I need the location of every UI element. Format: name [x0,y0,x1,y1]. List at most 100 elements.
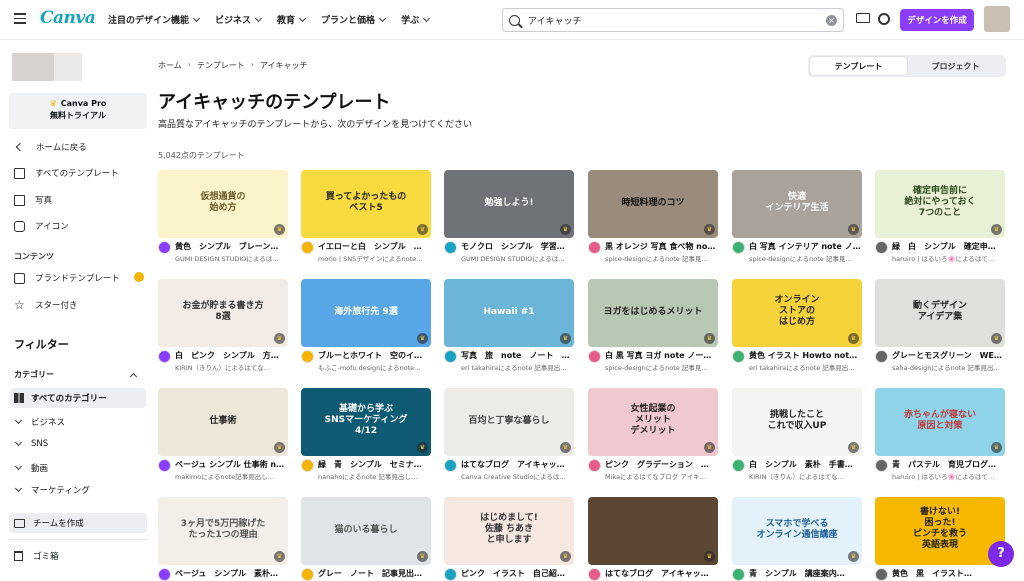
template-card[interactable]: 勉強しよう! ♛ モノクロ シンプル 学習… GUMI DESIGN STUDIOによ… [444,170,574,263]
sidebar-item-brand-templates[interactable]: ブランドテンプレート [14,268,144,288]
sidebar-item-photos[interactable]: 写真 [14,190,144,210]
category-marketing[interactable]: マーケティング [14,484,90,496]
template-thumbnail[interactable]: 猫のいる暮らし ♛ [301,497,431,565]
tab-templates[interactable]: テンプレート [810,57,907,75]
template-card[interactable]: 仕事術 ♛ ベージュ シンプル 仕事術 n… makimoによるnote記事見出し… [158,388,288,481]
template-card[interactable]: 買ってよかったもの ベスト5 ♛ イエローと白 シンプル … morio | SNSデ… [301,170,431,263]
sidebar-item-icons[interactable]: アイコン [14,216,144,236]
template-thumbnail[interactable]: オンライン ストアの はじめ方 ♛ [732,279,862,347]
template-card[interactable]: はじめまして! 佐藤 ちあき と申します ♛ ピンク イラスト 自己紹… [444,497,574,581]
tab-projects[interactable]: プロジェクト [907,57,1004,75]
create-design-button[interactable]: デザインを作成 [900,9,974,31]
template-title: ピンク グラデーション … [605,460,709,469]
template-card[interactable]: お金が貯まる書き方 8選 ♛ 白 ピンク シンプル 方… KIRIN（きりん）によるは… [158,279,288,372]
template-title: 黄色 イラスト Howto note … [749,351,862,360]
category-toggle[interactable]: カテゴリー [14,369,144,380]
crown-icon: ♛ [49,99,57,108]
template-card[interactable]: 時短料理のコツ ♛ 黒 オレンジ 写真 食べ物 note… spice-designに… [588,170,718,263]
breadcrumb-templates[interactable]: テンプレート [197,60,245,71]
template-author: haruiro | はるいろ🌸によるはて… [892,473,995,481]
creator-avatar [588,350,601,363]
monitor-icon[interactable] [856,13,870,23]
sidebar-item-starred[interactable]: ☆ スター付き [14,295,144,315]
creator-avatar [444,568,457,581]
template-thumbnail[interactable]: Hawaii #1 ♛ [444,279,574,347]
avatar[interactable] [984,6,1010,32]
template-thumbnail[interactable]: お金が貯まる書き方 8選 ♛ [158,279,288,347]
nav-features[interactable]: 注目のデザイン機能 [108,13,201,26]
category-video[interactable]: 動画 [14,462,48,474]
template-thumbnail[interactable]: ♛ [588,497,718,565]
gear-icon[interactable] [878,13,890,25]
template-thumbnail[interactable]: 挑戦したこと これで収入UP ♛ [732,388,862,456]
nav-pricing[interactable]: プランと価格 [321,13,387,26]
nav-learn[interactable]: 学ぶ [401,13,431,26]
team-avatar[interactable] [12,53,82,81]
sidebar-item-trash[interactable]: ゴミ箱 [14,550,59,562]
nav-education[interactable]: 教育 [277,13,307,26]
template-thumbnail[interactable]: 時短料理のコツ ♛ [588,170,718,238]
main-content: ホーム › テンプレート › アイキャッチ テンプレート プロジェクト アイキャ… [148,41,1024,581]
template-card[interactable]: 動くデザイン アイデア集 ♛ グレーとモスグリーン WE… saha-designによ… [875,279,1005,372]
template-card[interactable]: オンライン ストアの はじめ方 ♛ 黄色 イラスト Howto note … eri … [732,279,862,372]
card-meta: ピンク イラスト 自己紹… [444,568,574,581]
template-card[interactable]: Hawaii #1 ♛ 写真 旅 note ノート … eri takahiraによる… [444,279,574,372]
template-card[interactable]: 猫のいる暮らし ♛ グレー ノート 記事見出… [301,497,431,581]
creator-avatar [301,459,314,472]
clear-search-icon[interactable]: × [826,15,837,26]
create-team-button[interactable]: チームを作成 [9,513,147,533]
sidebar-item-all-templates[interactable]: すべてのテンプレート [14,163,144,183]
template-thumbnail[interactable]: 仮想通貨の 始め方 ♛ [158,170,288,238]
template-card[interactable]: 赤ちゃんが寝ない 原因と対策 ♛ 青 パステル 育児ブログ… haruiro | はる… [875,388,1005,481]
template-thumbnail[interactable]: 仕事術 ♛ [158,388,288,456]
template-card[interactable]: スマホで学べる オンライン通信講座 ♛ 青 シンプル 講座案内… [732,497,862,581]
category-sns[interactable]: SNS [14,438,48,449]
card-text: ブルーとホワイト 空のイ… もふこ-mofu designによるnote… [318,350,431,372]
thumbnail-text: 挑戦したこと これで収入UP [767,410,827,431]
sidebar-item-home[interactable]: ホームに戻る [14,137,144,157]
template-author: spice-designによるnote 記事見… [749,255,852,263]
template-thumbnail[interactable]: 海外旅行先 9選 ♛ [301,279,431,347]
filter-heading: フィルター [14,338,69,351]
template-thumbnail[interactable]: 動くデザイン アイデア集 ♛ [875,279,1005,347]
card-text: 黒 オレンジ 写真 食べ物 note… spice-designによるnote 記… [605,241,718,263]
search-input[interactable] [528,15,808,25]
template-thumbnail[interactable]: 快適 インテリア生活 ♛ [732,170,862,238]
template-thumbnail[interactable]: 勉強しよう! ♛ [444,170,574,238]
template-card[interactable]: 海外旅行先 9選 ♛ ブルーとホワイト 空のイ… もふこ-mofu designによる… [301,279,431,372]
template-thumbnail[interactable]: 買ってよかったもの ベスト5 ♛ [301,170,431,238]
template-thumbnail[interactable]: 確定申告前に 絶対にやっておく 7つのこと ♛ [875,170,1005,238]
template-card[interactable]: 女性起業の メリット デメリット ♛ ピンク グラデーション … Mikaによるはてな… [588,388,718,481]
template-card[interactable]: ♛ はてなブログ アイキャッ… [588,497,718,581]
menu-icon[interactable] [14,13,26,25]
canva-logo[interactable]: Canva [40,8,96,28]
card-text: ベージュ シンプル 素朴… [175,568,288,579]
template-title: はてなブログ アイキャッ… [605,569,709,578]
template-thumbnail[interactable]: はじめまして! 佐藤 ちあき と申します ♛ [444,497,574,565]
template-thumbnail[interactable]: 百均と丁寧な暮らし ♛ [444,388,574,456]
template-thumbnail[interactable]: スマホで学べる オンライン通信講座 ♛ [732,497,862,565]
template-thumbnail[interactable]: 赤ちゃんが寝ない 原因と対策 ♛ [875,388,1005,456]
template-card[interactable]: 3ヶ月で5万円稼げた たった1つの理由 ♛ ベージュ シンプル 素朴… [158,497,288,581]
breadcrumb-home[interactable]: ホーム [158,60,182,71]
template-title: 白 ピンク シンプル 方… [175,351,279,360]
template-card[interactable]: 快適 インテリア生活 ♛ 白 写真 インテリア note ノ… spice-desig… [732,170,862,263]
template-thumbnail[interactable]: ヨガをはじめるメリット ♛ [588,279,718,347]
template-thumbnail[interactable]: 書けない! 困った! ピンチを救う 英語表現♛ [875,497,1005,565]
help-button[interactable]: ? [988,541,1014,567]
template-thumbnail[interactable]: 女性起業の メリット デメリット ♛ [588,388,718,456]
template-title: 白 写真 インテリア note ノ… [749,242,861,251]
template-card[interactable]: 百均と丁寧な暮らし ♛ はてなブログ アイキャッ… Canva Creative St… [444,388,574,481]
template-card[interactable]: 書けない! 困った! ピンチを救う 英語表現♛ 黄色 黒 イラスト… [875,497,1005,581]
template-card[interactable]: 確定申告前に 絶対にやっておく 7つのこと ♛ 緑 白 シンプル 確定申… harui… [875,170,1005,263]
category-business[interactable]: ビジネス [14,416,65,428]
template-card[interactable]: ヨガをはじめるメリット ♛ 白 黒 写真 ヨガ note ノート… spice-des… [588,279,718,372]
category-all[interactable]: すべてのカテゴリー [10,388,146,408]
template-thumbnail[interactable]: 3ヶ月で5万円稼げた たった1つの理由 ♛ [158,497,288,565]
nav-business[interactable]: ビジネス [215,13,263,26]
canva-pro-trial-button[interactable]: ♛ Canva Pro 無料トライアル [9,93,147,129]
template-card[interactable]: 挑戦したこと これで収入UP ♛ 白 シンプル 素朴 手書… KIRIN（きりん）によ… [732,388,862,481]
template-card[interactable]: 仮想通貨の 始め方 ♛ 黄色 シンプル ブレーン… GUMI DESIGN STUDI… [158,170,288,263]
template-card[interactable]: 基礎から学ぶ SNSマーケティング 4/12 ♛ 緑 青 シンプル セミナ… nana… [301,388,431,481]
template-thumbnail[interactable]: 基礎から学ぶ SNSマーケティング 4/12 ♛ [301,388,431,456]
